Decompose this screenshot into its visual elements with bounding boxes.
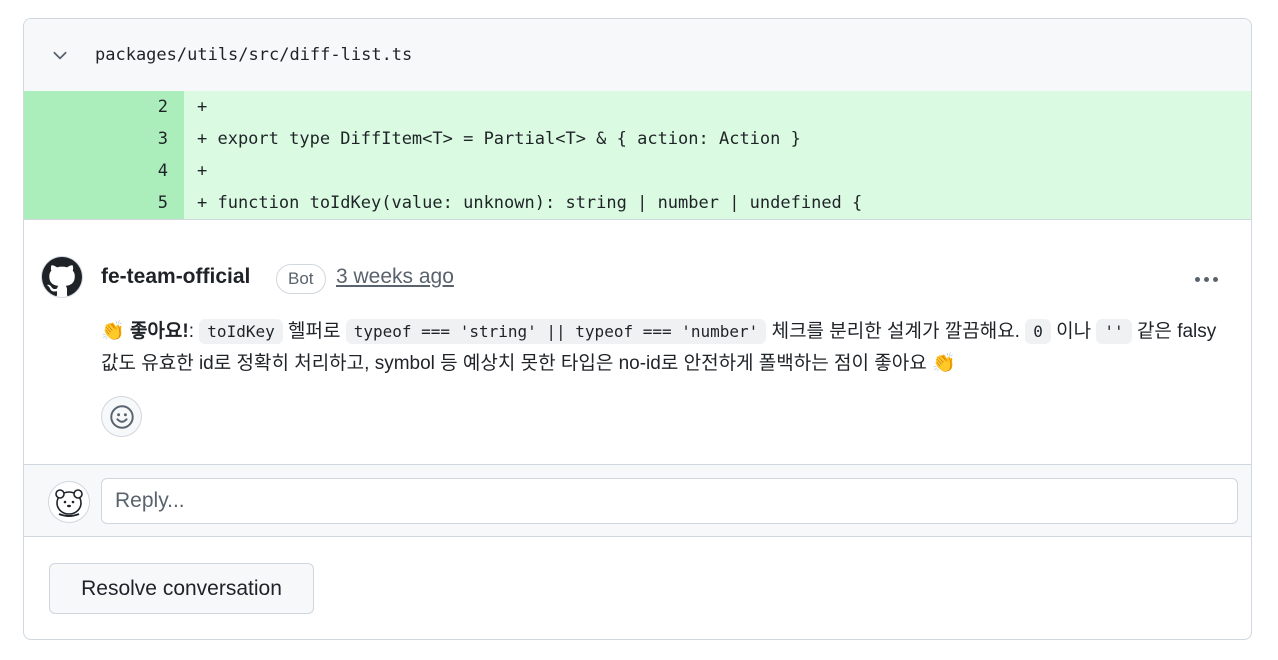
diff-line: 4 + (24, 155, 1251, 187)
user-avatar-icon[interactable] (48, 481, 90, 523)
github-mark-icon[interactable] (41, 256, 83, 298)
comment-author[interactable]: fe-team-official (101, 265, 250, 289)
diff-line: 5 + function toIdKey(value: unknown): st… (24, 187, 1251, 219)
resolve-conversation-button[interactable]: Resolve conversation (49, 563, 314, 614)
file-path: packages/utils/src/diff-list.ts (95, 45, 413, 65)
review-thread: packages/utils/src/diff-list.ts 2 + 3 + … (23, 18, 1252, 640)
kebab-horizontal-icon[interactable] (1184, 264, 1228, 294)
line-code: + export type DiffItem<T> = Partial<T> &… (197, 129, 801, 149)
reply-input[interactable] (101, 478, 1238, 524)
reply-area (24, 464, 1251, 537)
line-number[interactable]: 4 (24, 155, 184, 187)
review-comment: fe-team-official Bot 3 weeks ago 👏 좋아요!:… (24, 219, 1251, 464)
comment-body: 👏 좋아요!: toIdKey 헬퍼로 typeof === 'string' … (101, 319, 1217, 374)
diff-hunk: 2 + 3 + export type DiffItem<T> = Partia… (24, 91, 1251, 219)
clap-emoji: 👏 (931, 353, 956, 374)
smiley-icon[interactable] (101, 396, 142, 437)
file-header: packages/utils/src/diff-list.ts (24, 19, 1251, 91)
comment-timestamp[interactable]: 3 weeks ago (336, 265, 454, 289)
inline-code: toIdKey (199, 319, 283, 344)
diff-line: 3 + export type DiffItem<T> = Partial<T>… (24, 123, 1251, 155)
line-number[interactable]: 2 (24, 91, 184, 123)
clap-emoji: 👏 (101, 321, 125, 342)
inline-code: 0 (1025, 319, 1051, 344)
bot-badge: Bot (276, 264, 326, 294)
inline-code: typeof === 'string' || typeof === 'numbe… (345, 319, 767, 344)
comment-lead: 좋아요! (129, 321, 189, 342)
line-number[interactable]: 5 (24, 187, 184, 219)
line-code: + (197, 97, 208, 117)
inline-code: '' (1096, 319, 1132, 344)
line-code: + function toIdKey(value: unknown): stri… (197, 193, 863, 213)
diff-line: 2 + (24, 91, 1251, 123)
line-code: + (197, 161, 208, 181)
line-number[interactable]: 3 (24, 123, 184, 155)
chevron-down-icon[interactable] (50, 45, 70, 65)
